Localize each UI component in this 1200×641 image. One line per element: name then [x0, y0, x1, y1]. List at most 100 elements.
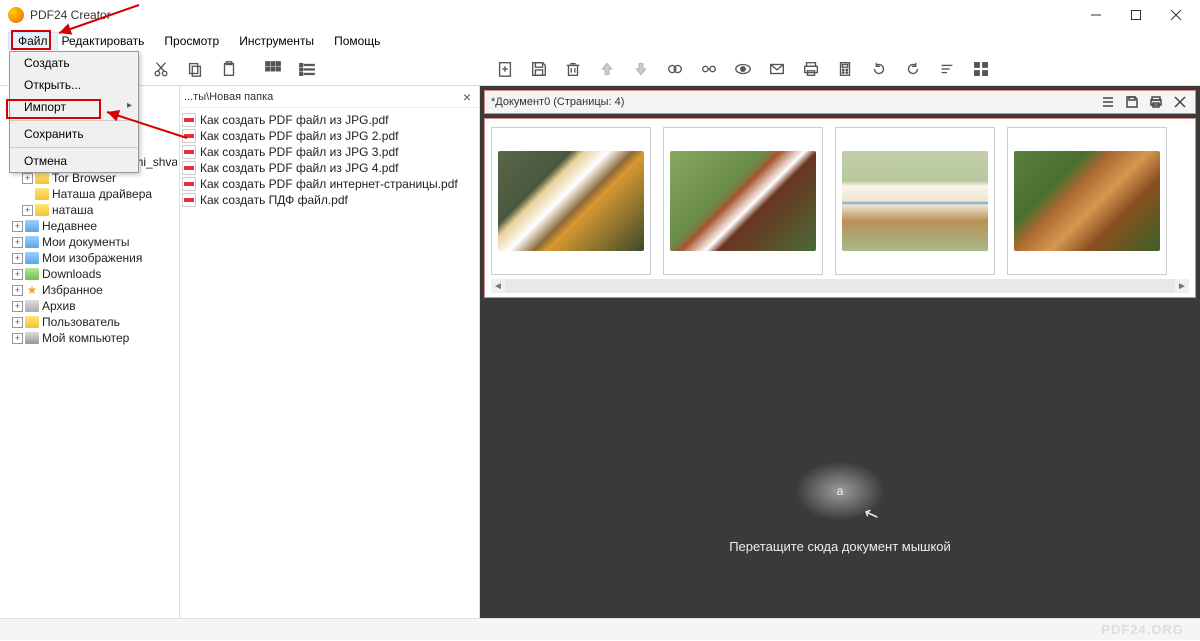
app-icon: [8, 7, 24, 23]
move-up-icon[interactable]: [596, 58, 618, 80]
save-icon[interactable]: [528, 58, 550, 80]
file-name: Как создать PDF файл из JPG.pdf: [200, 113, 388, 127]
dd-cancel[interactable]: Отмена: [10, 150, 138, 172]
tile-icon[interactable]: [262, 58, 284, 80]
pdf-icon: [182, 177, 196, 191]
expand-icon[interactable]: +: [12, 221, 23, 232]
document-pane: *Документ0 (Страницы: 4) ◄ ► a ↖ Перетащ…: [480, 86, 1200, 618]
tree-label: Архив: [42, 299, 76, 313]
expand-icon[interactable]: +: [12, 317, 23, 328]
page-thumbnail[interactable]: [663, 127, 823, 275]
expand-icon[interactable]: +: [12, 269, 23, 280]
merge-icon[interactable]: [664, 58, 686, 80]
delete-icon[interactable]: [562, 58, 584, 80]
tree-label: Tor Browser: [52, 171, 116, 185]
list-icon[interactable]: [296, 58, 318, 80]
scroll-left-icon[interactable]: ◄: [491, 279, 505, 293]
paste-icon[interactable]: [218, 58, 240, 80]
email-icon[interactable]: [766, 58, 788, 80]
file-row[interactable]: Как создать ПДФ файл.pdf: [182, 192, 477, 208]
tree-label: Мои изображения: [42, 251, 142, 265]
tree-node[interactable]: +наташа: [2, 202, 177, 218]
tree-node[interactable]: +★Избранное: [2, 282, 177, 298]
split-icon[interactable]: [698, 58, 720, 80]
file-row[interactable]: Как создать PDF файл интернет-страницы.p…: [182, 176, 477, 192]
file-row[interactable]: Как создать PDF файл из JPG.pdf: [182, 112, 477, 128]
doc-menu-icon[interactable]: [1099, 93, 1117, 111]
preview-icon[interactable]: [732, 58, 754, 80]
file-name: Как создать PDF файл из JPG 2.pdf: [200, 129, 398, 143]
expand-icon[interactable]: +: [12, 237, 23, 248]
doc-print-icon[interactable]: [1147, 93, 1165, 111]
path-text: ...ты\Новая папка: [184, 91, 455, 103]
star-icon: ★: [25, 284, 39, 296]
menu-help[interactable]: Помощь: [324, 32, 390, 50]
copy-icon[interactable]: [184, 58, 206, 80]
dd-create[interactable]: Создать: [10, 52, 138, 74]
scroll-right-icon[interactable]: ►: [1175, 279, 1189, 293]
calc-icon[interactable]: [834, 58, 856, 80]
file-name: Как создать PDF файл интернет-страницы.p…: [200, 177, 458, 191]
expand-icon[interactable]: +: [12, 333, 23, 344]
file-row[interactable]: Как создать PDF файл из JPG 4.pdf: [182, 160, 477, 176]
tree-node[interactable]: +Мои документы: [2, 234, 177, 250]
maximize-button[interactable]: [1124, 3, 1148, 27]
doc-close-icon[interactable]: [1171, 93, 1189, 111]
scroll-track[interactable]: [505, 279, 1175, 293]
expand-icon[interactable]: +: [12, 253, 23, 264]
titlebar: PDF24 Creator: [0, 0, 1200, 30]
file-list-pane: ...ты\Новая папка × Как создать PDF файл…: [180, 86, 480, 618]
cursor-icon: ↖: [861, 502, 882, 527]
tree-label: Мой компьютер: [42, 331, 129, 345]
folder-icon: [25, 220, 39, 232]
tree-node[interactable]: Наташа драйвера: [2, 186, 177, 202]
menu-view[interactable]: Просмотр: [154, 32, 229, 50]
thumbnail-image: [842, 151, 988, 251]
menu-file[interactable]: Файл: [8, 32, 58, 50]
annotation-arrow-2: [102, 106, 192, 146]
tree-label: Наташа драйвера: [52, 187, 152, 201]
print-icon[interactable]: [800, 58, 822, 80]
tree-label: Избранное: [42, 283, 103, 297]
document-header: *Документ0 (Страницы: 4): [484, 90, 1196, 114]
dd-open[interactable]: Открыть...: [10, 74, 138, 96]
tree-node[interactable]: + Мой компьютер: [2, 330, 177, 346]
page-thumbnail[interactable]: [491, 127, 651, 275]
expand-icon[interactable]: +: [12, 301, 23, 312]
close-button[interactable]: [1164, 3, 1188, 27]
path-close-icon[interactable]: ×: [459, 89, 475, 105]
menu-tools[interactable]: Инструменты: [229, 32, 324, 50]
page-thumbnail[interactable]: [1007, 127, 1167, 275]
move-down-icon[interactable]: [630, 58, 652, 80]
tree-label: Недавнее: [42, 219, 97, 233]
rotate-right-icon[interactable]: [902, 58, 924, 80]
tree-label: Пользователь: [42, 315, 120, 329]
thumbnails-scrollbar[interactable]: ◄ ►: [491, 279, 1189, 293]
grid-icon[interactable]: [970, 58, 992, 80]
expand-icon[interactable]: +: [12, 285, 23, 296]
rotate-left-icon[interactable]: [868, 58, 890, 80]
minimize-button[interactable]: [1084, 3, 1108, 27]
file-row[interactable]: Как создать PDF файл из JPG 3.pdf: [182, 144, 477, 160]
folder-icon: [25, 268, 39, 280]
file-row[interactable]: Как создать PDF файл из JPG 2.pdf: [182, 128, 477, 144]
folder-icon: [35, 188, 49, 200]
page-thumbnail[interactable]: [835, 127, 995, 275]
drop-zone[interactable]: a ↖ Перетащите сюда документ мышкой: [480, 396, 1200, 618]
pdf-icon: [182, 145, 196, 159]
tree-node[interactable]: + Архив: [2, 298, 177, 314]
sort-icon[interactable]: [936, 58, 958, 80]
tree-node[interactable]: + Недавнее: [2, 218, 177, 234]
drop-zone-logo: a ↖: [795, 461, 885, 521]
expand-icon[interactable]: +: [22, 173, 33, 184]
tree-node[interactable]: + Мои изображения: [2, 250, 177, 266]
tree-node[interactable]: +Downloads: [2, 266, 177, 282]
new-page-icon[interactable]: [494, 58, 516, 80]
cut-icon[interactable]: [150, 58, 172, 80]
menubar: Файл Редактировать Просмотр Инструменты …: [0, 30, 1200, 52]
tree-node[interactable]: + Пользователь: [2, 314, 177, 330]
expand-icon[interactable]: +: [22, 205, 33, 216]
folder-icon: [25, 300, 39, 312]
file-name: Как создать ПДФ файл.pdf: [200, 193, 348, 207]
doc-save-icon[interactable]: [1123, 93, 1141, 111]
